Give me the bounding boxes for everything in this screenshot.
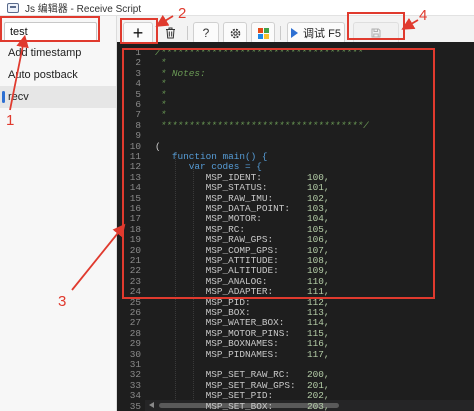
trash-icon [165,27,175,39]
toolbar-separator [187,26,188,40]
annotation-label-4: 4 [419,7,428,24]
tile-yellow [263,33,269,39]
tile-blue [257,33,263,39]
tile-green [263,27,269,33]
annotation-label-1: 1 [6,112,15,129]
list-item[interactable]: Add timestamp [0,42,116,64]
play-icon [291,28,299,38]
title-bar: Js 编辑器 - Receive Script [0,0,474,16]
code-editor[interactable]: 1/************************************ 2 … [117,42,474,411]
delete-script-button[interactable] [157,22,183,44]
script-sidebar: Add timestamp Auto postback recv [0,16,117,411]
code-line: MSP_SET_BOX: [155,400,274,411]
plus-icon: + [132,23,144,43]
annotation-label-2: 2 [178,5,187,22]
save-button[interactable] [353,22,399,44]
debug-run-button[interactable]: 调试 F5 [287,22,345,44]
debug-run-label: 调试 F5 [303,28,341,40]
list-item[interactable]: Auto postback [0,64,116,86]
code-line: MSP_PIDNAMES: [155,348,279,360]
gear-icon [230,28,240,38]
list-item[interactable]: recv [0,86,116,108]
app-icon [7,2,19,13]
scroll-left-icon[interactable] [149,402,154,408]
line-number: 35 [129,400,141,411]
search-input[interactable] [4,22,97,42]
toolbar-separator [280,26,281,40]
code-line: ************************************/ [155,119,369,131]
annotation-label-3: 3 [58,293,67,310]
tiles-icon [257,27,269,39]
window-title: Js 编辑器 - Receive Script [25,4,142,15]
help-button[interactable]: ? [193,22,219,44]
code-value: 203, [307,400,330,411]
layout-button[interactable] [251,22,275,44]
add-script-button[interactable]: + [123,22,153,44]
save-icon [371,28,381,38]
help-icon: ? [202,26,210,40]
script-list: Add timestamp Auto postback recv [0,42,116,108]
code-line: /************************************ [155,47,364,58]
tile-red [257,27,263,33]
code-value: 117, [307,348,330,360]
settings-button[interactable] [223,22,247,44]
